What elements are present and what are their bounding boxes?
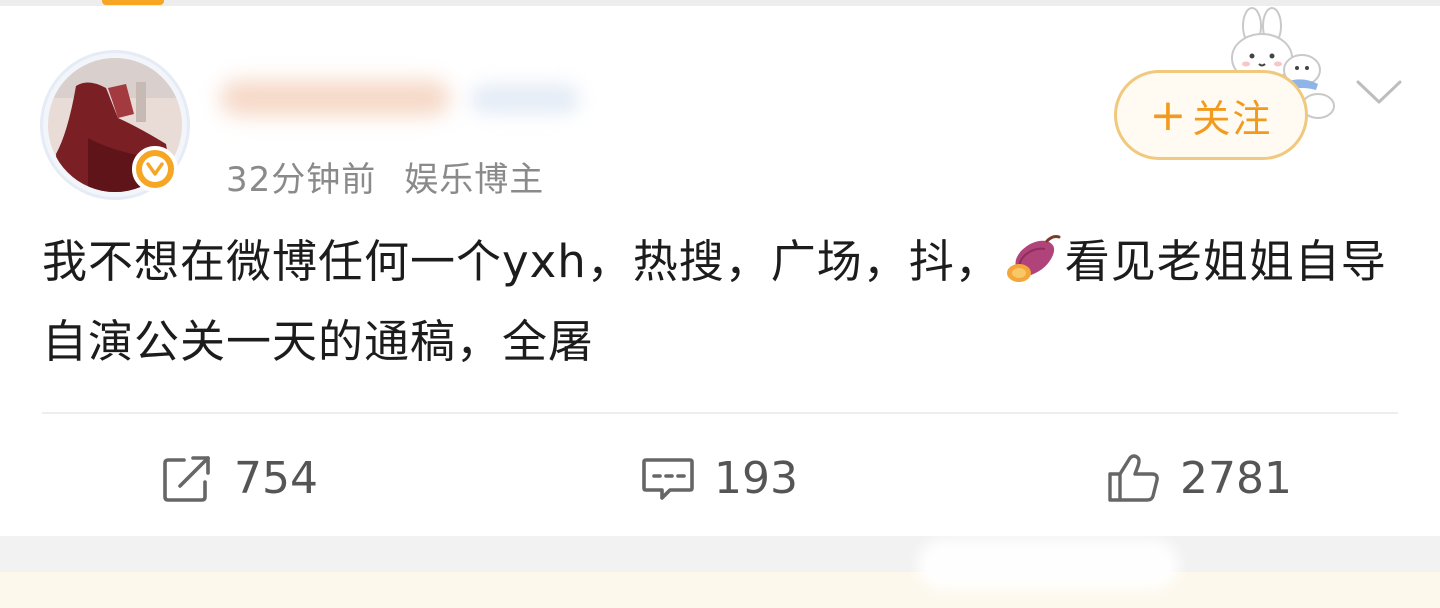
actions-divider bbox=[42, 412, 1398, 414]
top-accent-bar bbox=[102, 0, 164, 5]
verified-v-icon bbox=[132, 146, 178, 192]
post-meta: 32分钟前 娱乐博主 bbox=[226, 152, 544, 201]
author-role: 娱乐博主 bbox=[404, 160, 545, 200]
comment-count: 193 bbox=[714, 452, 798, 504]
watermark-smudge bbox=[918, 540, 1178, 590]
like-count: 2781 bbox=[1180, 452, 1292, 504]
comment-button[interactable]: 193 bbox=[640, 446, 798, 510]
sweet-potato-emoji bbox=[1006, 235, 1061, 282]
username-blur-left bbox=[220, 80, 450, 116]
username-blurred[interactable] bbox=[220, 74, 600, 122]
follow-plus-icon: + bbox=[1149, 89, 1189, 141]
repost-button[interactable]: 754 bbox=[160, 446, 318, 510]
repost-count: 754 bbox=[234, 452, 318, 504]
post-body: 我不想在微博任何一个yxh，热搜，广场，抖， 看见老姐姐自导自演公关一天的通稿，… bbox=[42, 222, 1412, 382]
chevron-down-icon[interactable] bbox=[1352, 74, 1406, 108]
post-text-part1: 我不想在微博任何一个yxh，热搜，广场，抖， bbox=[42, 235, 1001, 288]
comment-bubble-icon bbox=[642, 458, 694, 500]
next-card-edge bbox=[0, 572, 1440, 608]
avatar-frame[interactable] bbox=[36, 40, 196, 200]
weibo-post-screen: 32分钟前 娱乐博主 + 关注 我不想在微博任何一个yxh，热搜，广场，抖， 看见… bbox=[0, 0, 1440, 608]
share-arrow-icon bbox=[163, 456, 210, 502]
post-time: 32分钟前 bbox=[226, 160, 377, 200]
follow-button[interactable]: + 关注 bbox=[1114, 70, 1308, 160]
like-button[interactable]: 2781 bbox=[1106, 446, 1292, 510]
thumbs-up-icon bbox=[1108, 454, 1159, 502]
follow-label: 关注 bbox=[1192, 96, 1273, 141]
username-blur-right bbox=[470, 84, 580, 114]
